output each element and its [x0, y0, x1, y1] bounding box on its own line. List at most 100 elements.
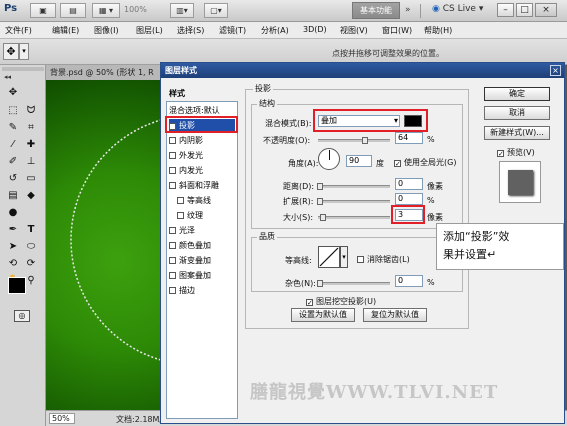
spread-slider-thumb[interactable] — [317, 198, 323, 205]
checkbox-icon[interactable] — [169, 287, 176, 294]
checkbox-icon[interactable] — [169, 227, 176, 234]
preset-dropdown-icon[interactable]: ▾ — [19, 43, 29, 60]
history-brush-tool-icon[interactable]: ↺ — [5, 171, 21, 186]
style-bevel-emboss[interactable]: 斜面和浮雕 — [169, 179, 235, 192]
clone-stamp-tool-icon[interactable]: ⊥ — [23, 154, 39, 169]
style-inner-glow[interactable]: 内发光 — [169, 164, 235, 177]
checkbox-icon[interactable] — [357, 256, 364, 263]
checkbox-icon[interactable] — [169, 182, 176, 189]
style-color-overlay[interactable]: 颜色叠加 — [169, 239, 235, 252]
marquee-tool-icon[interactable]: ⬚ — [5, 103, 21, 118]
menu-3d[interactable]: 3D(D) — [303, 25, 327, 34]
angle-dial[interactable] — [318, 148, 340, 170]
document-tab[interactable]: 背景.psd @ 50% (形状 1, R — [46, 65, 166, 80]
spread-slider[interactable] — [318, 200, 390, 203]
styles-header[interactable]: 样式 — [169, 88, 185, 99]
noise-input[interactable]: 0 — [395, 275, 423, 287]
new-style-button[interactable]: 新建样式(W)... — [484, 126, 550, 140]
path-selection-tool-icon[interactable]: ➤ — [5, 239, 21, 254]
anti-aliased[interactable]: 消除锯齿(L) — [357, 254, 410, 265]
style-outer-glow[interactable]: 外发光 — [169, 149, 235, 162]
size-slider-thumb[interactable] — [320, 214, 326, 221]
close-button[interactable]: × — [535, 3, 557, 17]
checkbox-icon[interactable] — [169, 167, 176, 174]
menu-window[interactable]: 窗口(W) — [382, 25, 412, 36]
ok-button[interactable]: 确定 — [484, 87, 550, 101]
menu-filter[interactable]: 滤镜(T) — [219, 25, 246, 36]
shape-tool-icon[interactable]: ⬭ — [23, 239, 39, 254]
opacity-slider-thumb[interactable] — [362, 137, 368, 144]
lasso-tool-icon[interactable]: ᗢ — [23, 103, 39, 118]
menu-image[interactable]: 图像(I) — [94, 25, 119, 36]
bridge-icon[interactable]: ▣ — [30, 3, 56, 18]
zoom-level-dropdown[interactable]: 100% — [124, 5, 147, 14]
maximize-button[interactable]: □ — [516, 3, 533, 17]
toolbox-grip[interactable] — [2, 67, 44, 71]
menu-help[interactable]: 帮助(H) — [424, 25, 452, 36]
menu-select[interactable]: 选择(S) — [177, 25, 204, 36]
dodge-tool-icon[interactable]: ● — [5, 205, 21, 220]
checkbox-icon[interactable] — [169, 152, 176, 159]
zoom-field[interactable]: 50% — [49, 413, 75, 424]
spread-input[interactable]: 0 — [395, 193, 423, 205]
menu-view[interactable]: 视图(V) — [340, 25, 368, 36]
3d-rotate-tool-icon[interactable]: ⟲ — [5, 256, 21, 271]
dialog-close-icon[interactable]: × — [550, 65, 561, 76]
distance-input[interactable]: 0 — [395, 178, 423, 190]
gradient-tool-icon[interactable]: ▤ — [5, 188, 21, 203]
document-canvas[interactable] — [46, 80, 166, 410]
blur-tool-icon[interactable]: ◆ — [23, 188, 39, 203]
menu-layer[interactable]: 图层(L) — [136, 25, 163, 36]
menu-analysis[interactable]: 分析(A) — [261, 25, 289, 36]
quick-mask-icon[interactable]: ◎ — [14, 310, 30, 322]
healing-brush-tool-icon[interactable]: ✚ — [23, 137, 39, 152]
quick-select-tool-icon[interactable]: ✎ — [5, 120, 21, 135]
size-slider[interactable] — [318, 216, 390, 219]
cs-live-menu[interactable]: ◉ CS Live ▾ — [432, 4, 483, 14]
checkbox-icon[interactable] — [177, 197, 184, 204]
collapse-toolbox-icon[interactable]: ◂◂ — [4, 73, 11, 81]
view-extras-button[interactable]: ▦ ▾ — [92, 3, 120, 18]
mini-bridge-icon[interactable]: ▤ — [60, 3, 86, 18]
checkbox-icon[interactable] — [169, 137, 176, 144]
crop-tool-icon[interactable]: ⌗ — [23, 120, 39, 135]
checkbox-icon[interactable] — [169, 242, 176, 249]
style-inner-shadow[interactable]: 内阴影 — [169, 134, 235, 147]
contour-dropdown-icon[interactable]: ▾ — [340, 246, 348, 268]
move-tool-preset-icon[interactable]: ✥ — [3, 43, 19, 60]
use-global-light[interactable]: ✓ 使用全局光(G) — [394, 157, 456, 168]
style-contour[interactable]: 等高线 — [177, 194, 243, 207]
checkbox-icon[interactable] — [169, 257, 176, 264]
workspace-essentials-button[interactable]: 基本功能 — [352, 2, 400, 19]
type-tool-icon[interactable]: T — [23, 222, 39, 237]
checkbox-checked-icon[interactable]: ✓ — [497, 150, 504, 158]
foreground-color-swatch[interactable] — [8, 277, 26, 294]
angle-input[interactable]: 90 — [346, 155, 372, 167]
layer-knocks-out[interactable]: ✓ 图层挖空投影(U) — [306, 296, 376, 307]
3d-camera-tool-icon[interactable]: ⟳ — [23, 256, 39, 271]
checkbox-icon[interactable] — [169, 272, 176, 279]
preview-checkbox[interactable]: ✓ 预览(V) — [497, 147, 535, 158]
menu-edit[interactable]: 编辑(E) — [52, 25, 79, 36]
brush-tool-icon[interactable]: ✐ — [5, 154, 21, 169]
opacity-input[interactable]: 64 — [395, 132, 423, 144]
distance-slider[interactable] — [318, 185, 390, 188]
minimize-button[interactable]: – — [497, 3, 514, 17]
opacity-slider[interactable] — [318, 139, 390, 142]
style-texture[interactable]: 纹理 — [177, 209, 243, 222]
contour-preview[interactable] — [318, 246, 340, 268]
noise-slider-thumb[interactable] — [317, 280, 323, 287]
eraser-tool-icon[interactable]: ▭ — [23, 171, 39, 186]
cancel-button[interactable]: 取消 — [484, 106, 550, 120]
noise-slider[interactable] — [318, 282, 390, 285]
screen-mode-button[interactable]: ▢▾ — [204, 3, 228, 18]
move-tool-icon[interactable]: ✥ — [5, 85, 21, 100]
style-pattern-overlay[interactable]: 图案叠加 — [169, 269, 235, 282]
pen-tool-icon[interactable]: ✒ — [5, 222, 21, 237]
expand-workspaces-icon[interactable]: » — [405, 5, 411, 15]
reset-default-button[interactable]: 复位为默认值 — [363, 308, 427, 322]
checkbox-checked-icon[interactable]: ✓ — [394, 160, 401, 168]
style-stroke[interactable]: 描边 — [169, 284, 235, 297]
make-default-button[interactable]: 设置为默认值 — [291, 308, 355, 322]
arrange-documents-button[interactable]: ▥▾ — [170, 3, 194, 18]
